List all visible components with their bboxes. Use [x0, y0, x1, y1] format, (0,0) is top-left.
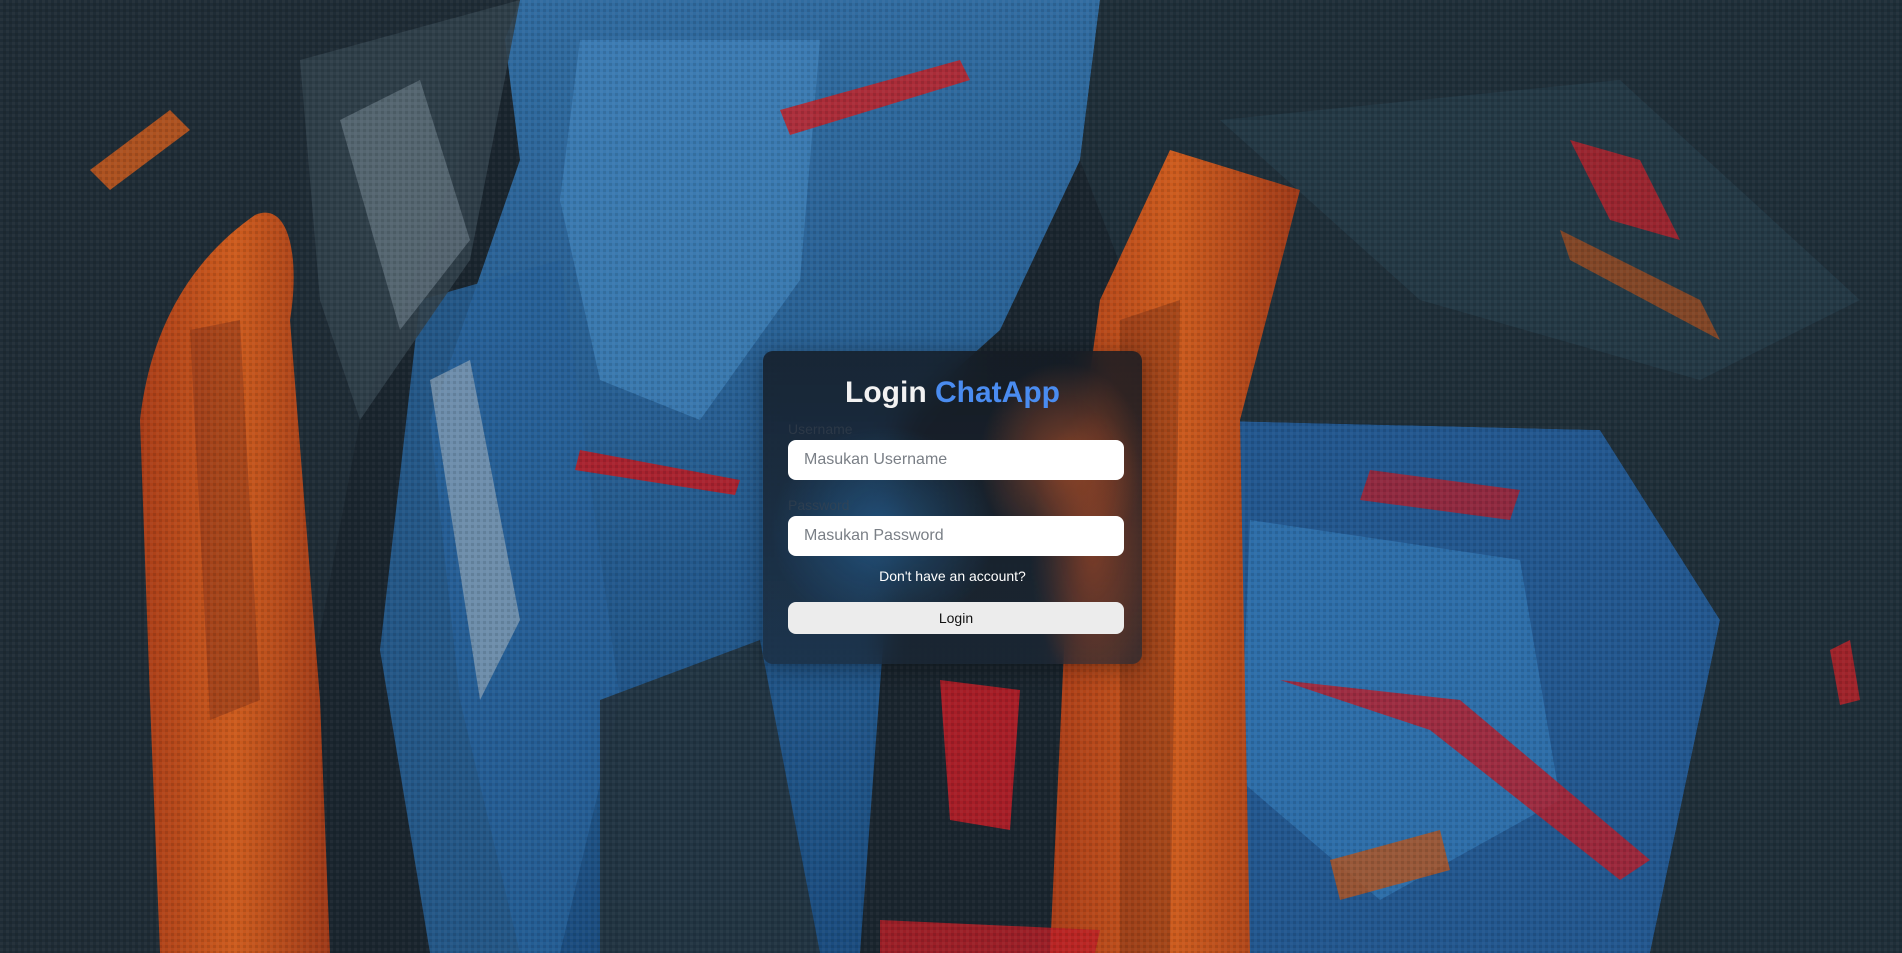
password-input[interactable] — [788, 516, 1124, 556]
signup-link[interactable]: Don't have an account? — [788, 567, 1117, 585]
username-input[interactable] — [788, 440, 1124, 480]
title-prefix: Login — [845, 376, 927, 409]
username-label: Username — [788, 421, 853, 437]
title-brand: ChatApp — [935, 376, 1060, 409]
password-label: Password — [788, 497, 850, 513]
login-title: Login ChatApp — [788, 375, 1117, 411]
login-card: Login ChatApp Username Password Don't ha… — [763, 351, 1142, 664]
login-button[interactable]: Login — [788, 602, 1124, 634]
